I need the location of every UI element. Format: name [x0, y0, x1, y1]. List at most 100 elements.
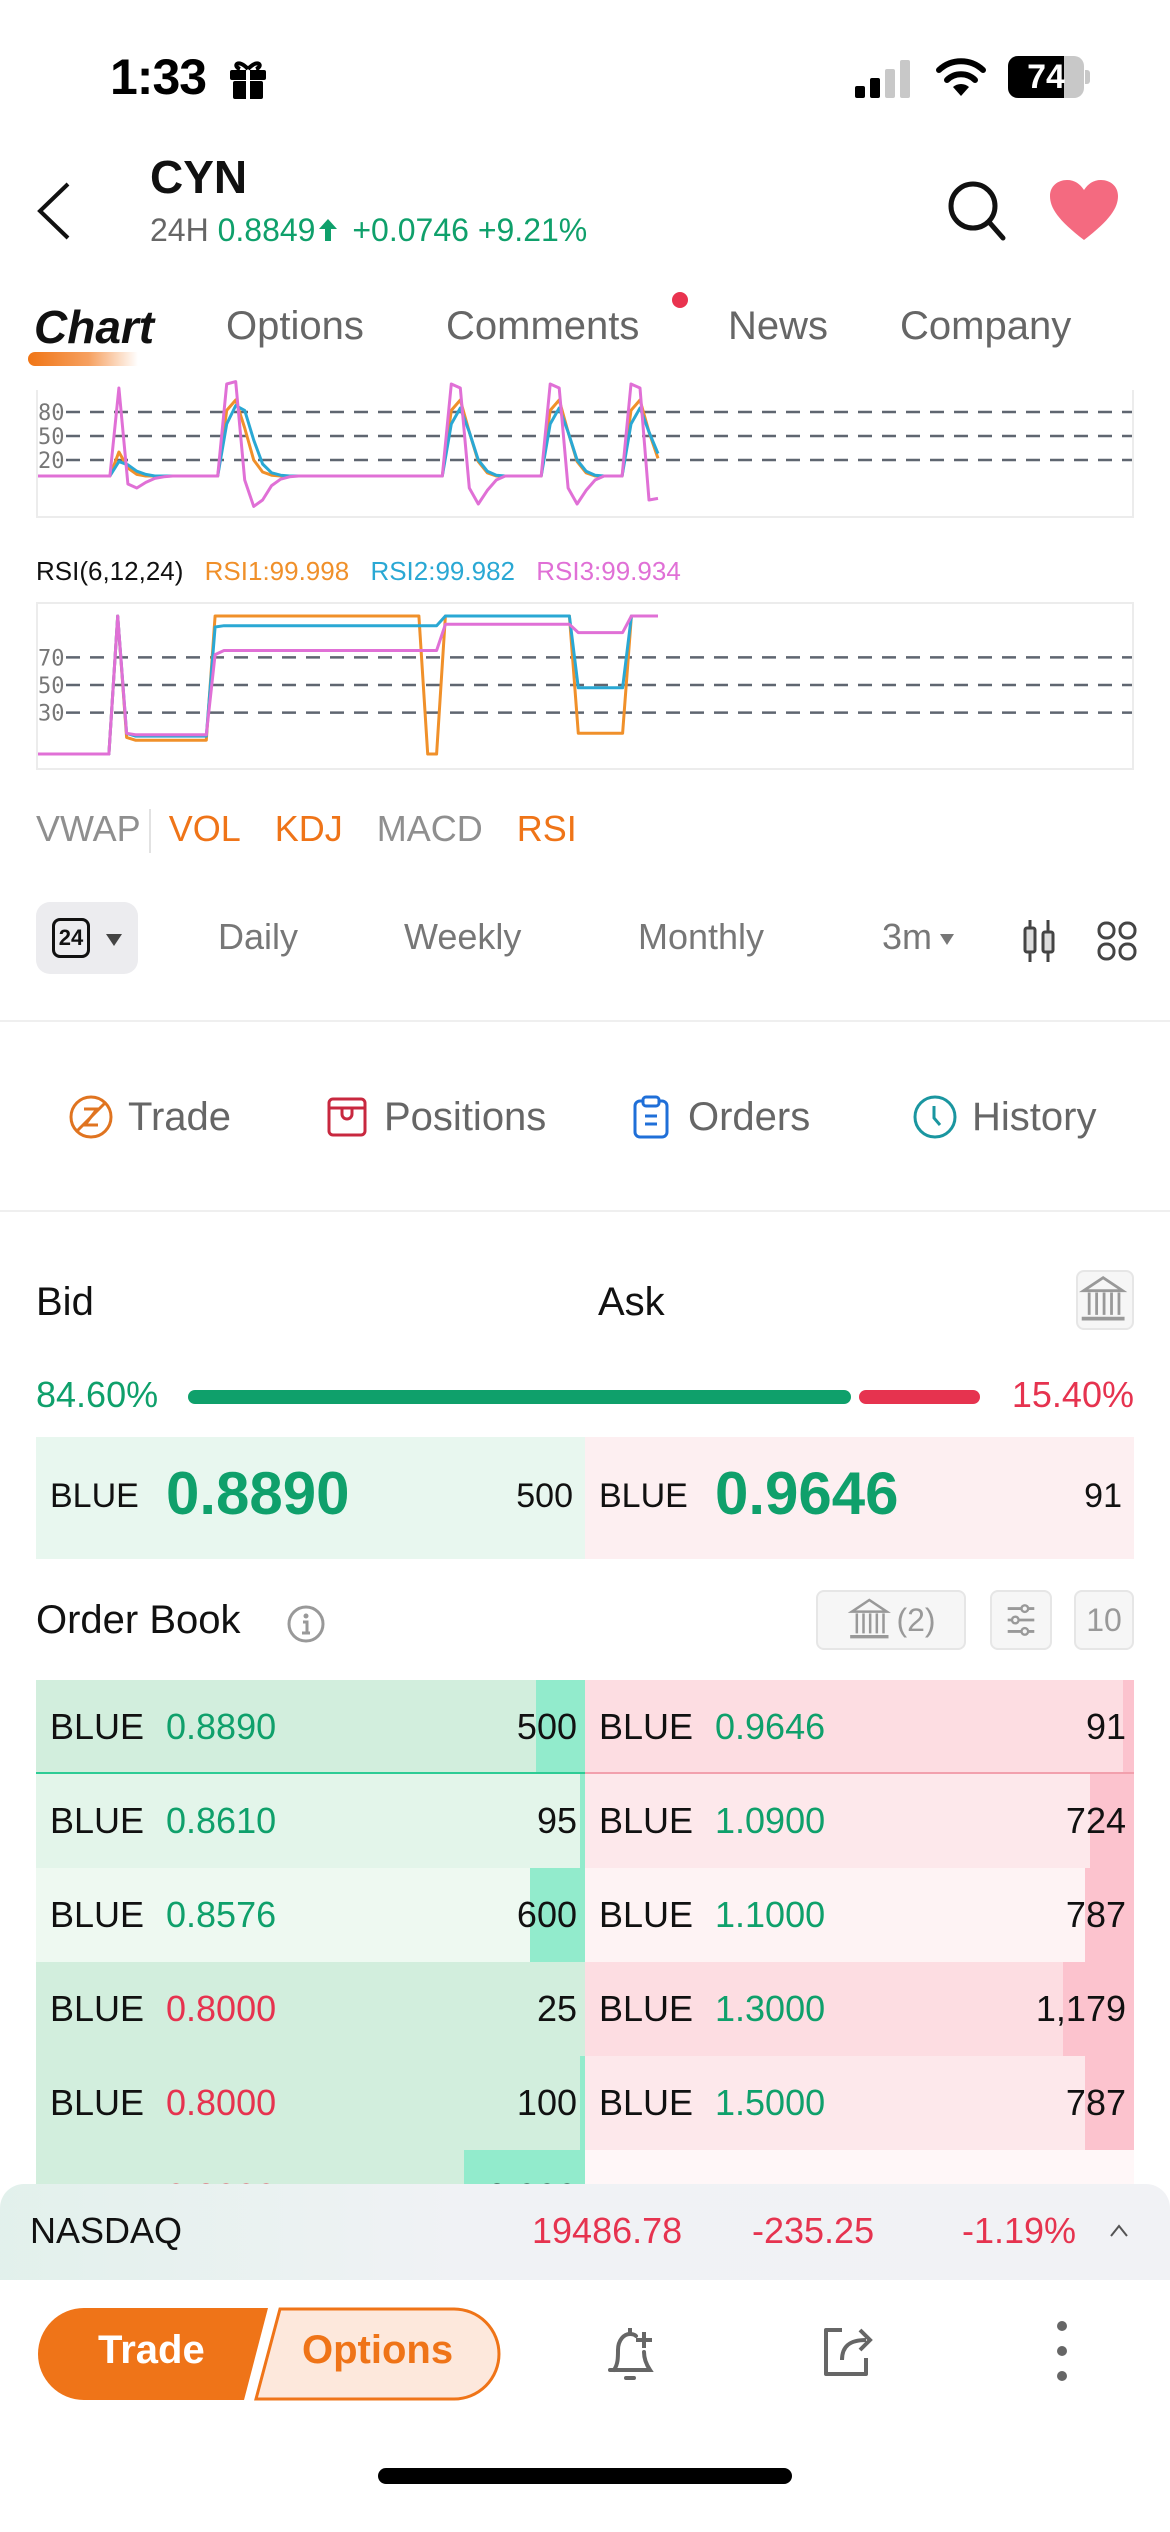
- indicator-kdj[interactable]: KDJ: [275, 808, 343, 850]
- indicator-vol[interactable]: VOL: [169, 808, 241, 850]
- more-vertical-icon[interactable]: [1050, 2316, 1074, 2386]
- indicator-macd[interactable]: MACD: [377, 808, 483, 850]
- interval-dropdown[interactable]: 3m: [882, 916, 955, 958]
- add-alert-bell-icon[interactable]: [600, 2322, 664, 2386]
- bid-exchange: BLUE: [50, 1988, 145, 2029]
- ticker-symbol: CYN: [150, 151, 248, 203]
- series-line-j: [38, 380, 659, 508]
- history-action[interactable]: History: [912, 1094, 1096, 1140]
- order-book-ask[interactable]: BLUE 1.0900 724: [585, 1774, 1134, 1868]
- bid-label: Bid: [36, 1280, 94, 1324]
- tab-comments[interactable]: Comments: [446, 304, 639, 349]
- candlestick-icon[interactable]: [1022, 918, 1058, 964]
- order-book-settings-button[interactable]: [990, 1590, 1052, 1650]
- order-book-bid[interactable]: BLUE 0.8610 95: [36, 1774, 585, 1868]
- session-24h-button[interactable]: 24: [36, 902, 138, 974]
- bid-exchange: BLUE: [50, 2082, 145, 2123]
- order-book-ask[interactable]: BLUE 0.9646 91: [585, 1680, 1134, 1774]
- rsi3-legend: RSI3:99.934: [536, 556, 681, 586]
- positions-label: Positions: [384, 1094, 547, 1139]
- search-icon[interactable]: [945, 178, 1009, 242]
- bid-price: 0.8000: [166, 2082, 277, 2123]
- trade-label: Trade: [128, 1094, 232, 1139]
- order-book-ask[interactable]: BLUE 1.1000 787: [585, 1868, 1134, 1962]
- period-weekly[interactable]: Weekly: [404, 916, 521, 958]
- order-book-ask[interactable]: [585, 2150, 1134, 2184]
- order-book-row: BLUE 0.8576 600 BLUE 1.1000 787: [36, 1868, 1134, 1962]
- heart-favorite-icon[interactable]: [1048, 178, 1120, 242]
- tab-company[interactable]: Company: [900, 304, 1071, 349]
- order-book-row: BLUE 0.8610 95 BLUE 1.0900 724: [36, 1774, 1134, 1868]
- ask-size: 91: [1085, 1706, 1126, 1747]
- ask-size: 91: [1084, 1477, 1122, 1515]
- kdj-chart[interactable]: 80 50 20: [36, 380, 1134, 518]
- battery-percent: 74: [1027, 58, 1065, 96]
- bid-price: 0.8890: [166, 1706, 277, 1747]
- chevron-up-icon[interactable]: [1108, 2220, 1130, 2242]
- order-book-header: Order Book (2) 10: [0, 1590, 1170, 1660]
- options-button[interactable]: Options: [302, 2328, 453, 2373]
- best-bid[interactable]: BLUE 0.8890 500: [36, 1437, 585, 1559]
- depth-select-button[interactable]: 10: [1074, 1590, 1134, 1650]
- layout-grid-icon[interactable]: [1096, 920, 1138, 962]
- order-book-bid[interactable]: BLUE 0.8890 500: [36, 1680, 585, 1774]
- bid-price: 0.8000: [166, 1988, 277, 2029]
- ask-exchange: BLUE: [599, 1800, 694, 1841]
- rsi1-legend: RSI1:99.998: [204, 556, 350, 586]
- ask-price: 1.0900: [715, 1800, 826, 1841]
- ask-size: 787: [1065, 1894, 1126, 1935]
- exchanges-button[interactable]: (2): [816, 1590, 966, 1650]
- bank-icon: [1078, 1275, 1128, 1321]
- comments-badge-dot: [672, 292, 688, 308]
- ask-size: 787: [1065, 2082, 1126, 2123]
- tab-news[interactable]: News: [728, 304, 828, 349]
- bid-price: 0.8000: [166, 2176, 276, 2184]
- trade-action[interactable]: Trade: [68, 1094, 231, 1140]
- exchange-select-button[interactable]: [1076, 1270, 1134, 1330]
- y-tick-label: 70: [38, 646, 65, 671]
- rsi-chart[interactable]: 70 50 30: [36, 602, 1134, 770]
- ask-price: 0.9646: [715, 1706, 826, 1747]
- bid-exchange: BLUE: [50, 1706, 145, 1747]
- order-book-bid[interactable]: BLUE 0.8000 2,000: [36, 2150, 585, 2184]
- positions-action[interactable]: Positions: [324, 1094, 546, 1140]
- trade-button[interactable]: Trade: [98, 2328, 205, 2373]
- ask-exchange: BLUE: [599, 1894, 694, 1935]
- info-icon[interactable]: [286, 1604, 326, 1644]
- order-book-bid[interactable]: BLUE 0.8576 600: [36, 1868, 585, 1962]
- ask-size: 1,179: [1035, 1988, 1126, 2029]
- indicator-rsi[interactable]: RSI: [517, 808, 577, 850]
- best-ask[interactable]: BLUE 0.9646 91: [585, 1437, 1134, 1559]
- bid-size: 500: [516, 1706, 577, 1747]
- period-monthly[interactable]: Monthly: [638, 916, 764, 958]
- ask-label: Ask: [598, 1280, 665, 1324]
- bid-exchange: BLUE: [50, 1894, 145, 1935]
- orders-label: Orders: [688, 1094, 811, 1139]
- bid-size: 2,000: [487, 2176, 577, 2184]
- tab-chart[interactable]: Chart: [34, 300, 154, 354]
- share-icon[interactable]: [818, 2320, 878, 2380]
- tab-options[interactable]: Options: [226, 304, 364, 349]
- order-book-ask[interactable]: BLUE 1.5000 787: [585, 2056, 1134, 2150]
- ask-price: 1.1000: [715, 1894, 826, 1935]
- section-divider: [0, 1210, 1170, 1212]
- indicator-vwap[interactable]: VWAP: [36, 808, 141, 850]
- order-book-title: Order Book: [36, 1598, 241, 1642]
- index-ticker-bar[interactable]: NASDAQ 19486.78 -235.25 -1.19%: [0, 2184, 1170, 2280]
- bid-size: 500: [516, 1477, 573, 1515]
- order-book-row: BLUE 0.8890 500 BLUE 0.9646 91: [36, 1680, 1134, 1774]
- dropdown-caret-icon: [106, 934, 122, 946]
- price-summary: 24H 0.8849 +0.0746 +9.21%: [150, 212, 587, 249]
- ask-price: 0.9646: [715, 1460, 899, 1527]
- order-book-bid[interactable]: BLUE 0.8000 25: [36, 1962, 585, 2056]
- index-name: NASDAQ: [30, 2210, 183, 2251]
- order-book-row: BLUE 0.8000 100 BLUE 1.5000 787: [36, 2056, 1134, 2150]
- back-chevron-icon[interactable]: [34, 180, 74, 242]
- gift-icon: [230, 61, 266, 100]
- ask-size: 724: [1065, 1800, 1126, 1841]
- order-book-bid[interactable]: BLUE 0.8000 100: [36, 2056, 585, 2150]
- order-book-ask[interactable]: BLUE 1.3000 1,179: [585, 1962, 1134, 2056]
- orders-action[interactable]: Orders: [628, 1094, 810, 1140]
- period-daily[interactable]: Daily: [218, 916, 298, 958]
- bid-size: 25: [536, 1988, 577, 2029]
